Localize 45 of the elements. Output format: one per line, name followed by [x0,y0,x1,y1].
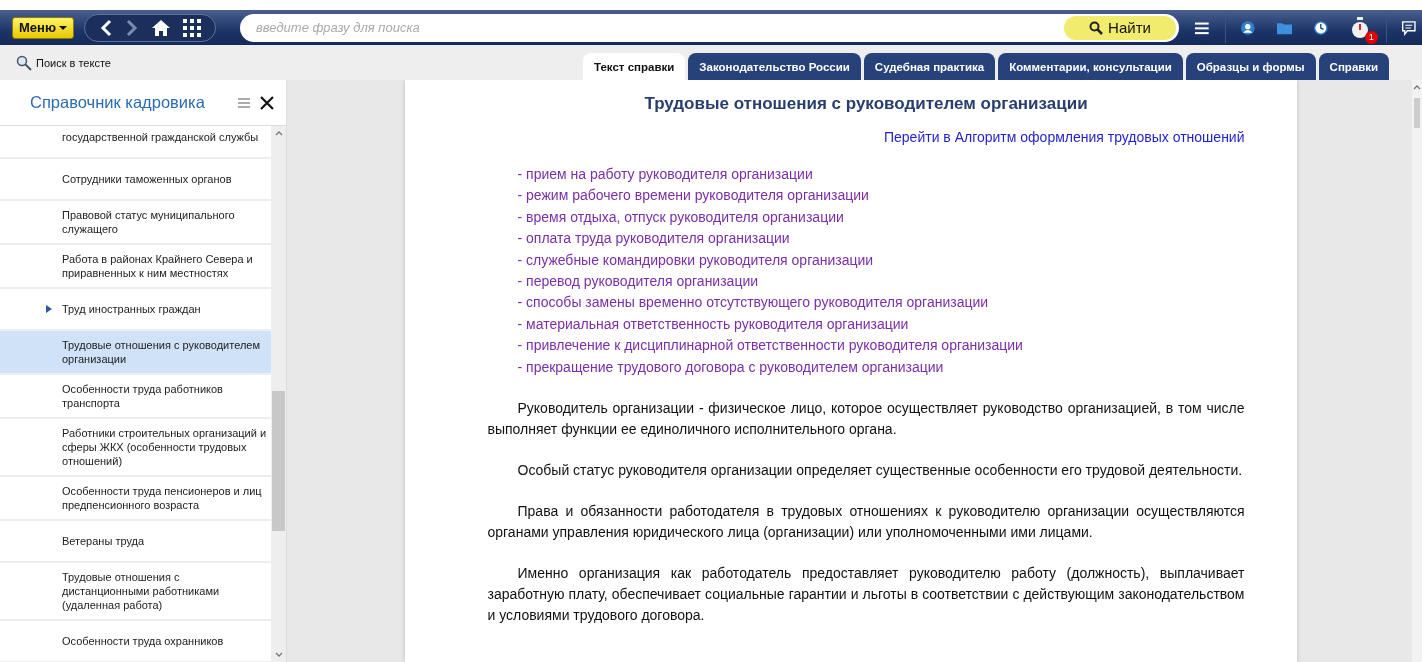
topic-link[interactable]: - материальная ответственность руководителя организации [517,313,1245,336]
menu-button[interactable]: Меню [12,16,74,39]
topic-link[interactable]: - прием на работу руководителя организации [517,164,1245,186]
paragraph: Именно организация как работодатель предоставляет руководителю работу (должность), выплачивает заработную плату, обеспечивает социальные гарантии и льготы в соответствии с действующим законодательством и условиями трудового договора. [487,564,1245,626]
topic-link[interactable]: - режим рабочего времени руководителя организации [517,185,1245,207]
tab[interactable]: Судебная практика [863,53,996,80]
sidebar-title: Справочник кадровика [30,93,206,112]
scroll-up-icon[interactable] [1413,84,1421,90]
tab[interactable]: Справки [1318,53,1390,80]
paragraph: Руководитель организации - физическое лицо, которое осуществляет руководство организацией, в том числе выполняет функции ее единоличного исполнительного органа. [487,399,1245,440]
search-icon [1089,20,1104,35]
scrollbar[interactable] [271,126,286,662]
tab[interactable]: Комментарии, консультации [998,53,1183,80]
scroll-up-icon[interactable] [274,130,283,136]
topic-link[interactable]: - время отдыха, отпуск руководителя организации [517,206,1245,229]
grid-icon[interactable] [183,18,201,37]
algorithm-link[interactable]: Перейти в Алгоритм оформления трудовых отношений [884,129,1245,145]
topic-link[interactable]: - оплата труда руководителя организации [517,228,1245,250]
paragraph: Права и обязанности работодателя в трудовых отношениях к руководителю организации осуществляются органами управления юридического лица (организации) или уполномоченными ими лицами. [487,502,1245,543]
topic-link[interactable]: - перевод руководителя организации [517,271,1245,293]
back-icon[interactable] [99,18,113,37]
stopwatch-icon[interactable] [1349,16,1370,39]
search-icon [16,54,32,71]
sidebar-item[interactable]: Трудовые отношения с руководителем организации [0,331,271,375]
paragraph: Особый статус руководителя организации определяет существенные особенности его трудовой деятельности. [516,461,1244,481]
expand-icon[interactable] [46,305,52,313]
tab[interactable]: Текст справки [583,53,686,80]
tab[interactable]: Законодательство России [688,53,861,80]
text-search-button[interactable]: Поиск в тексте [16,54,583,71]
close-icon[interactable] [260,95,274,110]
find-button[interactable]: Найти [1064,15,1176,40]
home-icon[interactable] [151,18,171,37]
scrollbar-thumb[interactable] [272,391,285,531]
topic-link[interactable]: - способы замены временно отсутствующего руководителя организации [517,292,1245,314]
search-field[interactable]: введите фразу для поиска Найти [240,13,1179,42]
topic-link[interactable]: - привлечение к дисциплинарной ответственности руководителя организации [517,335,1245,357]
scrollbar-thumb[interactable] [1414,98,1420,128]
document-title: Трудовые отношения с руководителем организации [643,94,1089,114]
scroll-down-icon[interactable] [274,652,283,658]
forward-icon[interactable] [125,18,139,37]
tab[interactable]: Образцы и формы [1185,53,1316,80]
scrollbar[interactable] [1412,80,1422,662]
notification-badge: 1 [1364,30,1378,44]
topic-link[interactable]: - прекращение трудового договора с руководителем организации [517,356,1245,379]
topic-link[interactable]: - служебные командировки руководителя организации [517,249,1245,272]
